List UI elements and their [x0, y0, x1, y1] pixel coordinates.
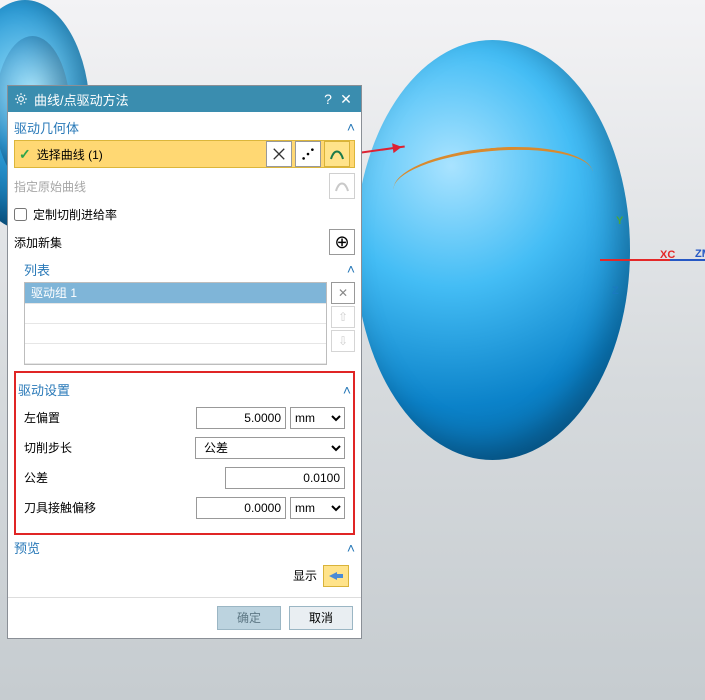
chevron-up-icon: ˄ — [347, 119, 355, 135]
help-button[interactable]: ? — [319, 91, 337, 107]
close-button[interactable]: ✕ — [337, 91, 355, 108]
dialog-titlebar[interactable]: 曲线/点驱动方法 ? ✕ — [8, 86, 361, 112]
custom-feed-row[interactable]: 定制切削进给率 — [14, 200, 355, 228]
move-up-button: ⇧ — [331, 306, 355, 328]
left-offset-input[interactable] — [196, 407, 286, 429]
section-preview[interactable]: 预览 ˄ — [14, 535, 355, 561]
add-new-set-row: 添加新集 ⊕ — [14, 228, 355, 256]
axis-label-y: Y — [616, 215, 623, 227]
gear-icon — [14, 92, 28, 106]
tolerance-input[interactable] — [225, 467, 345, 489]
curve-icon — [334, 178, 350, 194]
list-item — [25, 343, 326, 363]
axis-label-z: Z — [612, 285, 619, 297]
tolerance-row: 公差 — [18, 463, 351, 493]
highlighted-settings-frame: 驱动设置 ˄ 左偏置 mm 切削步长 公差 公差 刀具接触偏移 mm — [14, 371, 355, 535]
chevron-up-icon: ˄ — [347, 540, 355, 556]
cut-step-label: 切削步长 — [24, 439, 195, 456]
dialog-footer: 确定 取消 — [8, 597, 361, 638]
curve-icon — [329, 146, 345, 162]
ok-button[interactable]: 确定 — [217, 606, 281, 630]
contact-offset-row: 刀具接触偏移 mm — [18, 493, 351, 523]
section-label: 驱动几何体 — [14, 118, 79, 137]
contact-offset-label: 刀具接触偏移 — [24, 499, 196, 516]
reverse-direction-button[interactable] — [266, 141, 292, 167]
list-header[interactable]: 列表 ˄ — [24, 256, 355, 282]
preview-show-button[interactable] — [323, 565, 349, 587]
orig-curve-button — [329, 173, 355, 199]
swap-icon — [272, 147, 286, 161]
select-curve-row[interactable]: ✓ 选择曲线 (1) — [14, 140, 355, 168]
chevron-up-icon: ˄ — [347, 261, 355, 277]
flashlight-icon — [328, 569, 344, 583]
drive-method-dialog: 曲线/点驱动方法 ? ✕ 驱动几何体 ˄ ✓ 选择曲线 (1) 指定原始曲线 — [7, 85, 362, 639]
drive-groups-list[interactable]: 驱动组 1 — [24, 282, 327, 365]
add-set-button[interactable]: ⊕ — [329, 229, 355, 255]
tolerance-label: 公差 — [24, 469, 225, 486]
dots-icon — [301, 147, 315, 161]
move-down-button: ⇩ — [331, 330, 355, 352]
list-item — [25, 323, 326, 343]
chevron-up-icon: ˄ — [343, 382, 351, 398]
curve-option-button[interactable] — [324, 141, 350, 167]
contact-offset-unit[interactable]: mm — [290, 497, 345, 519]
left-offset-row: 左偏置 mm — [18, 403, 351, 433]
custom-feed-checkbox[interactable] — [14, 208, 27, 221]
list-item — [25, 303, 326, 323]
axis-label-zm: ZM — [695, 248, 705, 260]
left-offset-label: 左偏置 — [24, 409, 196, 426]
select-curve-label: 选择曲线 (1) — [37, 146, 263, 163]
section-drive-geometry[interactable]: 驱动几何体 ˄ — [14, 114, 355, 140]
delete-item-button[interactable]: ✕ — [331, 282, 355, 304]
section-label: 预览 — [14, 538, 40, 557]
preview-show-label: 显示 — [293, 567, 317, 584]
axis-label-xc: XC — [660, 249, 675, 261]
cancel-button[interactable]: 取消 — [289, 606, 353, 630]
dialog-title: 曲线/点驱动方法 — [34, 90, 129, 109]
check-icon: ✓ — [19, 146, 31, 163]
custom-feed-label: 定制切削进给率 — [33, 206, 117, 223]
specify-original-curve-row: 指定原始曲线 — [14, 172, 355, 200]
list-label: 列表 — [24, 260, 50, 279]
points-option-button[interactable] — [295, 141, 321, 167]
left-offset-unit[interactable]: mm — [290, 407, 345, 429]
add-set-label: 添加新集 — [14, 234, 326, 251]
plus-icon: ⊕ — [334, 232, 349, 253]
cut-step-select[interactable]: 公差 — [195, 437, 345, 459]
section-drive-settings[interactable]: 驱动设置 ˄ — [18, 377, 351, 403]
orig-curve-label: 指定原始曲线 — [14, 178, 326, 195]
contact-offset-input[interactable] — [196, 497, 286, 519]
model-ball-end — [355, 40, 630, 460]
cut-step-row: 切削步长 公差 — [18, 433, 351, 463]
section-label: 驱动设置 — [18, 380, 70, 399]
csys-triad: XC ZM Y Z — [600, 245, 700, 305]
list-item: 驱动组 1 — [25, 283, 326, 303]
